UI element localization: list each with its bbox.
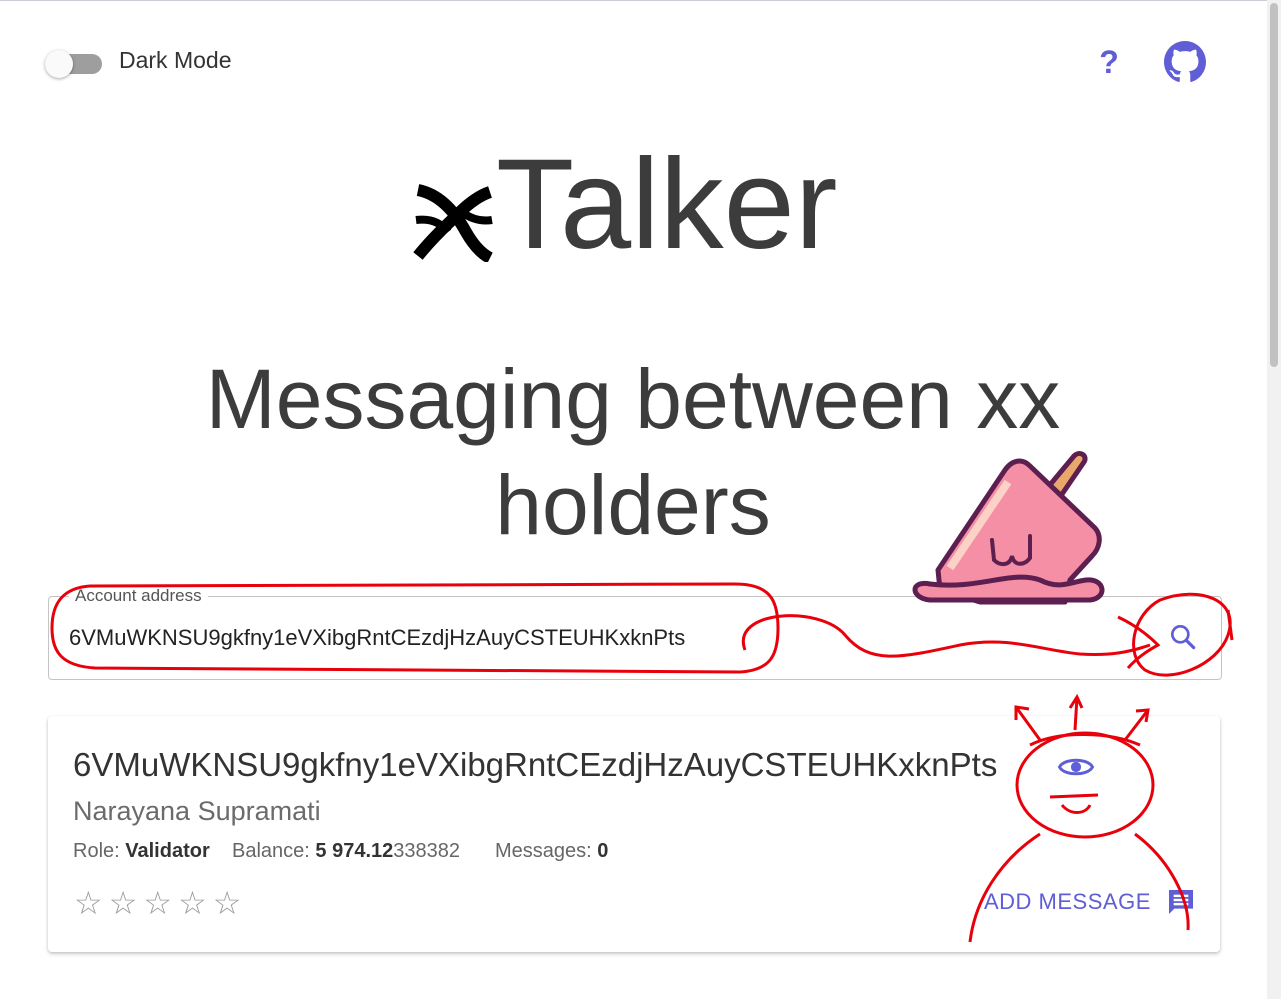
account-address-label: Account address (69, 586, 208, 606)
account-address-field[interactable]: Account address 6VMuWKNSU9gkfny1eVXibgRn… (48, 586, 1222, 680)
help-button[interactable]: ? (1094, 40, 1124, 84)
account-address-input[interactable]: 6VMuWKNSU9gkfny1eVXibgRntCEzdjHzAuyCSTEU… (69, 625, 685, 651)
role-info: Role: Validator (73, 840, 210, 863)
messages-info: Messages: 0 (495, 840, 608, 863)
message-icon (1168, 890, 1193, 914)
view-account-button[interactable] (1057, 749, 1095, 785)
scrollbar[interactable] (1267, 0, 1281, 999)
balance-value-main: 5 974.12 (315, 840, 394, 862)
role-value: Validator (125, 840, 210, 862)
headline-line-2: holders (495, 458, 771, 552)
scrollbar-thumb[interactable] (1270, 3, 1278, 367)
dark-mode-label: Dark Mode (119, 47, 232, 73)
search-icon (1171, 625, 1196, 650)
account-holder-name: Narayana Supramati (73, 796, 321, 826)
logo-text: Talker (496, 133, 838, 276)
xx-network-logo (413, 184, 493, 262)
balance-label: Balance: (232, 840, 310, 862)
github-button[interactable] (1164, 41, 1206, 83)
add-message-label: ADD MESSAGE (984, 889, 1151, 914)
messages-count: 0 (597, 840, 609, 862)
messages-label: Messages: (495, 840, 592, 862)
account-card: 6VMuWKNSU9gkfny1eVXibgRntCEzdjHzAuyCSTEU… (48, 716, 1220, 952)
headline-line-1: Messaging between xx (205, 352, 1061, 446)
add-message-button[interactable]: ADD MESSAGE (984, 882, 1197, 922)
star-rating[interactable]: ☆☆☆☆☆ (74, 884, 247, 922)
eye-icon (1057, 758, 1095, 776)
search-button[interactable] (1167, 621, 1199, 653)
account-card-address: 6VMuWKNSU9gkfny1eVXibgRntCEzdjHzAuyCSTEU… (73, 746, 998, 783)
page-headline: Messaging between xx holders (0, 346, 1266, 558)
top-border (0, 0, 1281, 1)
dark-mode-thumb[interactable] (45, 50, 73, 78)
balance-info: Balance: 5 974.12338382 (232, 840, 460, 863)
xx-talker-logo: Talker (412, 140, 872, 270)
role-label: Role: (73, 840, 120, 862)
balance-value-decimals: 338382 (393, 840, 461, 862)
github-icon (1164, 41, 1206, 82)
